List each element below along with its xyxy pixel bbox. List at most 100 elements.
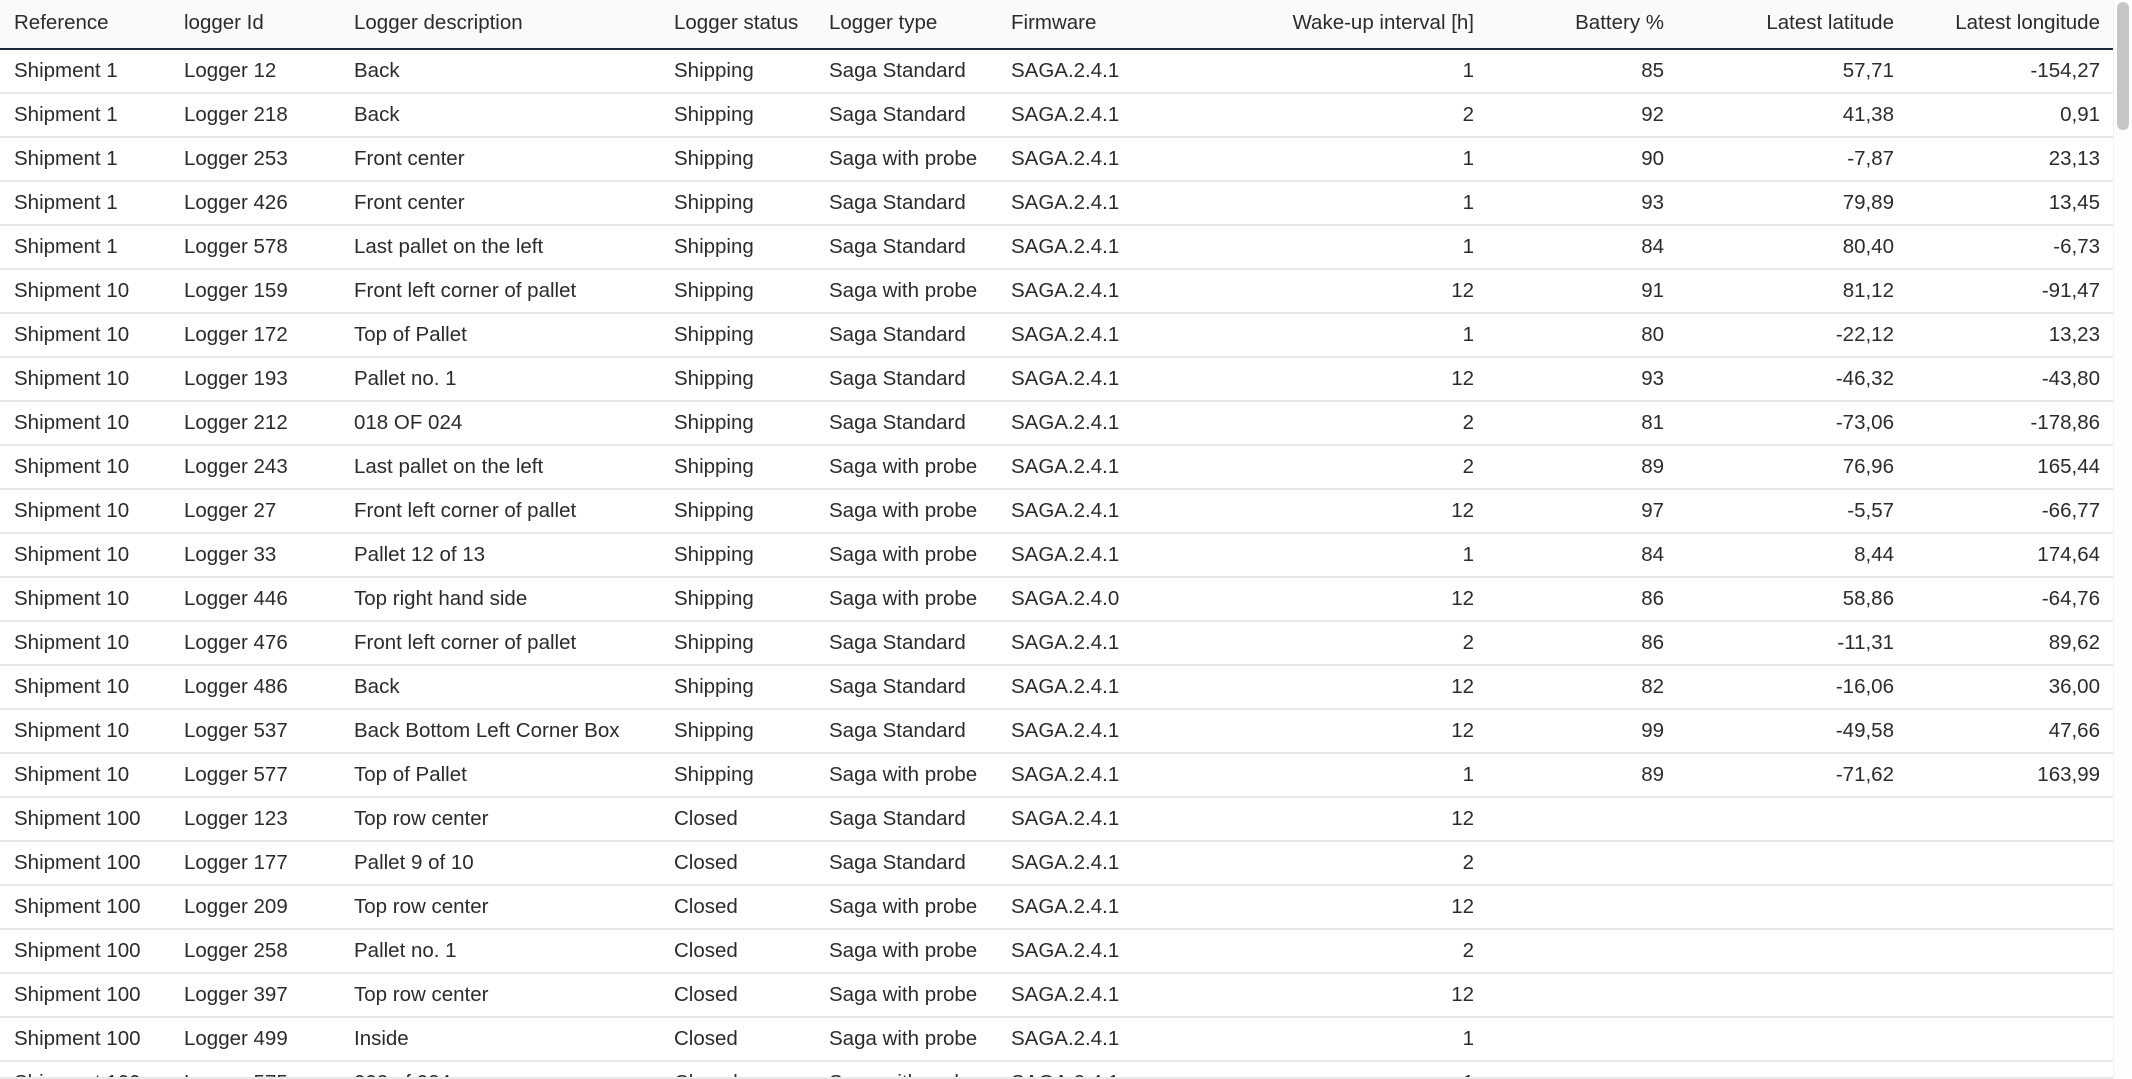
table-row[interactable]: Shipment 1 Logger 253 Front center Shipping… (0, 137, 2114, 182)
cell-reference: Shipment 100 (0, 841, 170, 886)
cell-wakeup: 12 (1182, 577, 1488, 622)
cell-battery (1488, 841, 1678, 886)
table-row[interactable]: Shipment 10 Logger 159 Front left corner o… (0, 269, 2114, 314)
cell-longitude: 163,99 (1908, 753, 2114, 798)
table-row[interactable]: Shipment 10 Logger 486 Back Shipping Saga St… (0, 665, 2114, 710)
vertical-scrollbar-thumb[interactable] (2117, 2, 2129, 130)
cell-firmware: SAGA.2.4.0 (997, 577, 1182, 622)
cell-latitude: -22,12 (1678, 313, 1908, 358)
table-row[interactable]: Shipment 10 Logger 193 Pallet no. 1 Shippin… (0, 357, 2114, 402)
cell-battery: 85 (1488, 49, 1678, 94)
cell-description: Pallet no. 1 (340, 929, 660, 974)
cell-wakeup: 2 (1182, 929, 1488, 974)
table-row[interactable]: Shipment 1 Logger 218 Back Shipping Saga Sta… (0, 93, 2114, 138)
cell-description: Pallet no. 1 (340, 357, 660, 402)
cell-reference: Shipment 1 (0, 93, 170, 138)
cell-longitude: 47,66 (1908, 709, 2114, 754)
column-header-logger_id[interactable]: logger Id (170, 0, 340, 50)
cell-description: Front center (340, 181, 660, 226)
table-row[interactable]: Shipment 100 Logger 258 Pallet no. 1 Closed… (0, 929, 2114, 974)
cell-description: Back (340, 93, 660, 138)
table-row[interactable]: Shipment 10 Logger 537 Back Bottom Left Co… (0, 709, 2114, 754)
cell-status: Shipping (660, 445, 815, 490)
cell-battery: 86 (1488, 621, 1678, 666)
cell-wakeup: 12 (1182, 885, 1488, 930)
vertical-scrollbar[interactable] (2113, 0, 2132, 1079)
cell-firmware: SAGA.2.4.1 (997, 181, 1182, 226)
table-row[interactable]: Shipment 1 Logger 426 Front center Shipping… (0, 181, 2114, 226)
table-row[interactable]: Shipment 100 Logger 499 Inside Closed Saga w… (0, 1017, 2114, 1062)
cell-reference: Shipment 10 (0, 357, 170, 402)
cell-logger_id: Logger 218 (170, 93, 340, 138)
column-header-wakeup[interactable]: Wake-up interval [h] (1182, 0, 1488, 50)
cell-status: Shipping (660, 665, 815, 710)
table-row[interactable]: Shipment 100 Logger 397 Top row center Clos… (0, 973, 2114, 1018)
table-row[interactable]: Shipment 10 Logger 446 Top right hand side… (0, 577, 2114, 622)
table-row[interactable]: Shipment 100 Logger 123 Top row center Clos… (0, 797, 2114, 842)
logger-table-scroll-area: Reference logger Id Logger description Logg… (0, 0, 2114, 1079)
cell-status: Closed (660, 885, 815, 930)
table-row[interactable]: Shipment 100 Logger 177 Pallet 9 of 10 Clos… (0, 841, 2114, 886)
cell-firmware: SAGA.2.4.1 (997, 533, 1182, 578)
cell-description: Top row center (340, 973, 660, 1018)
column-header-type[interactable]: Logger type (815, 0, 997, 50)
column-header-reference[interactable]: Reference (0, 0, 170, 50)
cell-description: Front left corner of pallet (340, 269, 660, 314)
cell-longitude (1908, 1017, 2114, 1062)
cell-wakeup: 2 (1182, 401, 1488, 446)
table-row[interactable]: Shipment 10 Logger 27 Front left corner of… (0, 489, 2114, 534)
cell-type: Saga Standard (815, 621, 997, 666)
table-row[interactable]: Shipment 10 Logger 212 018 OF 024 Shipping S… (0, 401, 2114, 446)
cell-latitude (1678, 841, 1908, 886)
cell-firmware: SAGA.2.4.1 (997, 269, 1182, 314)
cell-type: Saga with probe (815, 137, 997, 182)
column-header-battery[interactable]: Battery % (1488, 0, 1678, 50)
column-header-description[interactable]: Logger description (340, 0, 660, 50)
cell-longitude: 13,45 (1908, 181, 2114, 226)
cell-status: Shipping (660, 357, 815, 402)
cell-type: Saga Standard (815, 401, 997, 446)
cell-firmware: SAGA.2.4.1 (997, 137, 1182, 182)
cell-longitude: -178,86 (1908, 401, 2114, 446)
cell-firmware: SAGA.2.4.1 (997, 445, 1182, 490)
column-header-latitude[interactable]: Latest latitude (1678, 0, 1908, 50)
cell-logger_id: Logger 486 (170, 665, 340, 710)
table-row[interactable]: Shipment 10 Logger 476 Front left corner o… (0, 621, 2114, 666)
cell-wakeup: 12 (1182, 269, 1488, 314)
cell-logger_id: Logger 499 (170, 1017, 340, 1062)
cell-type: Saga Standard (815, 841, 997, 886)
cell-logger_id: Logger 578 (170, 225, 340, 270)
cell-type: Saga Standard (815, 225, 997, 270)
cell-status: Shipping (660, 577, 815, 622)
cell-type: Saga Standard (815, 181, 997, 226)
cell-logger_id: Logger 159 (170, 269, 340, 314)
table-row[interactable]: Shipment 10 Logger 243 Last pallet on the … (0, 445, 2114, 490)
cell-type: Saga Standard (815, 709, 997, 754)
cell-longitude (1908, 885, 2114, 930)
table-row[interactable]: Shipment 1 Logger 12 Back Shipping Saga Stan… (0, 49, 2114, 94)
cell-type: Saga Standard (815, 49, 997, 94)
cell-latitude: -11,31 (1678, 621, 1908, 666)
table-row[interactable]: Shipment 10 Logger 172 Top of Pallet Shippi… (0, 313, 2114, 358)
cell-status: Closed (660, 1017, 815, 1062)
table-row[interactable]: Shipment 10 Logger 33 Pallet 12 of 13 Shipp… (0, 533, 2114, 578)
cell-reference: Shipment 1 (0, 137, 170, 182)
column-header-status[interactable]: Logger status (660, 0, 815, 50)
cell-reference: Shipment 10 (0, 621, 170, 666)
column-header-longitude[interactable]: Latest longitude (1908, 0, 2114, 50)
cell-type: Saga Standard (815, 665, 997, 710)
cell-status: Closed (660, 797, 815, 842)
table-row[interactable]: Shipment 100 Logger 209 Top row center Clos… (0, 885, 2114, 930)
cell-latitude: -49,58 (1678, 709, 1908, 754)
cell-latitude: 79,89 (1678, 181, 1908, 226)
column-header-firmware[interactable]: Firmware (997, 0, 1182, 50)
cell-logger_id: Logger 212 (170, 401, 340, 446)
cell-battery: 97 (1488, 489, 1678, 534)
cell-logger_id: Logger 426 (170, 181, 340, 226)
cell-description: Last pallet on the left (340, 225, 660, 270)
table-row[interactable]: Shipment 1 Logger 578 Last pallet on the l… (0, 225, 2114, 270)
logger-table-body: Shipment 1 Logger 12 Back Shipping Saga Stan… (0, 49, 2114, 1079)
cell-battery: 84 (1488, 225, 1678, 270)
cell-longitude: 36,00 (1908, 665, 2114, 710)
table-row[interactable]: Shipment 10 Logger 577 Top of Pallet Shippi… (0, 753, 2114, 798)
